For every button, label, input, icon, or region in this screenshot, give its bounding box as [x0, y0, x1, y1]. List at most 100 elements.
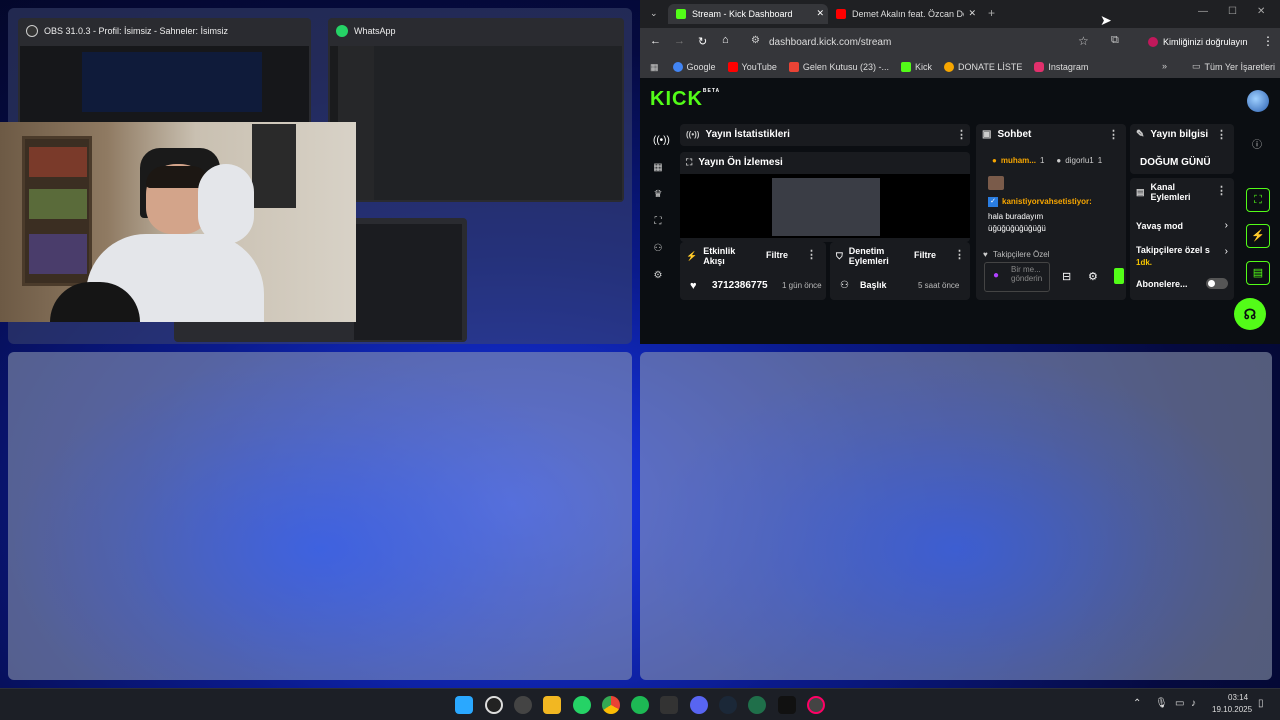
forward-icon[interactable]: →	[674, 35, 685, 47]
kick-favicon-icon	[676, 9, 686, 19]
support-headset-icon[interactable]: ☊	[1234, 298, 1266, 330]
bookmark-label: YouTube	[741, 62, 777, 72]
activity-filter-button[interactable]: Filtre	[766, 250, 788, 260]
close-tab-icon[interactable]: ✕	[816, 8, 824, 19]
windows-start-icon[interactable]	[455, 696, 473, 714]
all-bookmarks-folder[interactable]: ▭ Tüm Yer İşaretleri	[1192, 61, 1275, 72]
bookmark-star-icon[interactable]: ☆	[1078, 34, 1089, 48]
followers-only-row[interactable]: Takipçilere özel s 1dk. ›	[1136, 244, 1228, 268]
maximize-icon[interactable]: ☐	[1228, 6, 1237, 17]
chat-panel-title: Sohbet	[997, 129, 1032, 140]
tab-label: Stream - Kick Dashboard	[692, 9, 793, 19]
info-icon[interactable]: ⓘ	[1252, 136, 1262, 151]
send-button[interactable]	[1114, 268, 1124, 284]
stream-broadcast-icon[interactable]: ((•))	[653, 136, 670, 146]
chevron-right-icon: ›	[1224, 220, 1228, 231]
pinned-user-icon: ●	[1056, 156, 1062, 165]
tab-list-chevron-icon[interactable]: ⌄	[650, 8, 658, 19]
preview-frame	[772, 178, 880, 236]
home-icon[interactable]: ⌂	[722, 34, 729, 46]
user-avatar[interactable]	[1247, 90, 1269, 112]
moderation-filter-button[interactable]: Filtre	[914, 250, 936, 260]
users-icon[interactable]: ⚇	[653, 244, 663, 254]
whatsapp-window-title-text: WhatsApp	[354, 26, 396, 36]
address-bar[interactable]: dashboard.kick.com/stream	[769, 37, 891, 48]
extensions-icon[interactable]: ⧉	[1111, 34, 1119, 47]
profile-button[interactable]: Kimliğinizi doğrulayın	[1148, 33, 1248, 51]
bookmark-gmail[interactable]: Gelen Kutusu (23) -...	[788, 62, 889, 72]
notifications-icon[interactable]: ▯	[1258, 698, 1264, 709]
subscribers-only-row[interactable]: Abonelere...	[1136, 278, 1228, 290]
file-explorer-icon[interactable]	[543, 696, 561, 714]
preview-video[interactable]	[680, 174, 970, 238]
taskbar-date[interactable]: 19.10.2025	[1212, 705, 1252, 714]
bookmark-label: DONATE LİSTE	[957, 62, 1023, 72]
media-player-icon[interactable]	[807, 696, 825, 714]
kick-icon	[900, 62, 911, 72]
scene-capture-icon[interactable]: ⛶	[1246, 188, 1270, 212]
new-tab-icon[interactable]: +	[988, 6, 995, 20]
discord-icon[interactable]	[690, 696, 708, 714]
bookmark-google[interactable]: Google	[672, 62, 716, 72]
store-icon[interactable]: ⊟	[1062, 270, 1071, 283]
whatsapp-icon[interactable]	[573, 696, 591, 714]
close-window-icon[interactable]: ✕	[1257, 6, 1265, 17]
preview-panel-title: Yayın Ön İzlemesi	[698, 157, 783, 168]
obs-icon[interactable]	[485, 696, 503, 714]
chat-menu-icon[interactable]: ⋮	[1108, 128, 1119, 141]
apps-grid-icon[interactable]: ▦	[650, 62, 659, 73]
spotify-icon[interactable]	[631, 696, 649, 714]
network-icon[interactable]: ▭	[1175, 698, 1184, 709]
close-tab-icon[interactable]: ✕	[968, 8, 976, 19]
steam-icon[interactable]	[719, 696, 737, 714]
moderation-menu-icon[interactable]: ⋮	[954, 248, 965, 261]
microphone-tray-icon[interactable]: 🎙	[1155, 698, 1168, 709]
all-bookmarks-label: Tüm Yer İşaretleri	[1204, 61, 1276, 72]
microphone-icon[interactable]: ●	[993, 270, 999, 281]
youtube-favicon-icon	[836, 9, 846, 19]
tab-kick-dashboard[interactable]: Stream - Kick Dashboard ✕	[668, 4, 828, 24]
browser-menu-icon[interactable]: ⋮	[1262, 34, 1274, 48]
chat-settings-icon[interactable]: ⚙	[1088, 270, 1098, 283]
dashboard-layout-icon[interactable]: ▦	[653, 163, 663, 173]
steelseries-icon[interactable]	[514, 696, 532, 714]
tray-overflow-icon[interactable]: ⌃	[1133, 698, 1141, 709]
chevron-right-icon: ›	[1224, 246, 1228, 257]
site-info-icon[interactable]: ⚙	[751, 35, 760, 46]
chat-message-user[interactable]: kanistiyorvahsetistiyor:	[1002, 197, 1092, 206]
volume-icon[interactable]: ♪	[1191, 698, 1196, 709]
capcut-icon[interactable]	[778, 696, 796, 714]
activity-feed-panel: ⚡ Etkinlik Akışı Filtre ⋮ ♥ 3712386775 1 …	[680, 242, 826, 300]
taskbar-time[interactable]: 03:14	[1228, 693, 1248, 702]
whatsapp-window-thumbnail[interactable]: WhatsApp	[328, 18, 624, 202]
bookmark-donate[interactable]: DONATE LİSTE	[943, 62, 1023, 72]
subscribers-toggle[interactable]	[1206, 278, 1228, 289]
trophy-icon[interactable]: ♛	[653, 190, 663, 200]
tab-youtube[interactable]: Demet Akalın feat. Özcan Deniz ✕	[828, 4, 980, 24]
activity-menu-icon[interactable]: ⋮	[806, 248, 817, 261]
back-icon[interactable]: ←	[650, 35, 661, 47]
kick-logo[interactable]: KICKBETA	[650, 88, 720, 111]
bookmark-youtube[interactable]: YouTube	[727, 62, 777, 72]
quick-action-icon[interactable]: ⚡	[1246, 224, 1270, 248]
chat-input[interactable]: ● Bir me... gönderin	[984, 262, 1050, 292]
reload-icon[interactable]: ↻	[698, 35, 707, 48]
stats-menu-icon[interactable]: ⋮	[956, 128, 967, 141]
kick-logo-text: KICK	[650, 88, 703, 110]
streamlabs-icon[interactable]	[660, 696, 678, 714]
settings-icon[interactable]: ⚙	[653, 271, 663, 281]
chrome-icon[interactable]	[602, 696, 620, 714]
vpn-icon[interactable]	[748, 696, 766, 714]
bookmark-kick[interactable]: Kick	[900, 62, 932, 72]
minimize-icon[interactable]: —	[1198, 6, 1208, 17]
bookmark-instagram[interactable]: Instagram	[1034, 62, 1088, 72]
browser-window: ⌄ Stream - Kick Dashboard ✕ Demet Akalın…	[640, 0, 1280, 344]
actions-menu-icon[interactable]: ⋮	[1216, 184, 1227, 197]
snap-zone-bottom-left[interactable]	[8, 352, 632, 680]
scan-icon[interactable]: ⛶	[653, 217, 663, 227]
snap-zone-bottom-right[interactable]	[640, 352, 1272, 680]
slow-mode-row[interactable]: Yavaş mod ›	[1136, 220, 1228, 232]
info-menu-icon[interactable]: ⋮	[1216, 128, 1227, 141]
more-bookmarks-icon[interactable]: »	[1162, 61, 1167, 71]
notes-icon[interactable]: ▤	[1246, 261, 1270, 285]
